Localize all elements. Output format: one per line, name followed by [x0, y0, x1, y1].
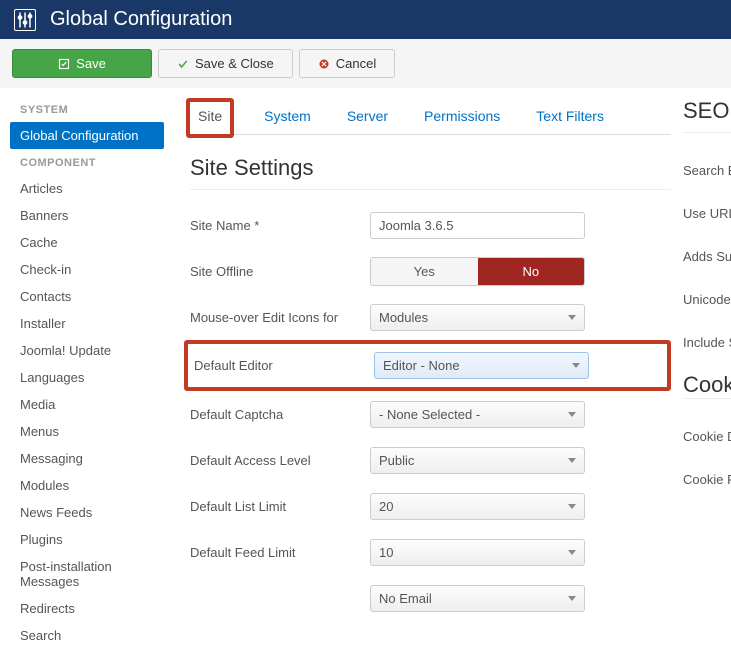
- sidebar-item-joomla-update[interactable]: Joomla! Update: [10, 337, 170, 364]
- sidebar-item-banners[interactable]: Banners: [10, 202, 170, 229]
- sidebar-item-messaging[interactable]: Messaging: [10, 445, 170, 472]
- cookie-item: Cookie Path: [683, 472, 731, 487]
- chevron-down-icon: [568, 596, 576, 601]
- tab-permissions[interactable]: Permissions: [418, 102, 506, 134]
- cookie-title: Cookie Settings: [683, 372, 731, 398]
- tabs: Site System Server Permissions Text Filt…: [190, 88, 671, 135]
- sidebar-item-cache[interactable]: Cache: [10, 229, 170, 256]
- tab-server[interactable]: Server: [341, 102, 394, 134]
- sidebar-heading-component: COMPONENT: [10, 149, 170, 175]
- sidebar-item-menus[interactable]: Menus: [10, 418, 170, 445]
- select-mouse-over[interactable]: Modules: [370, 304, 585, 331]
- row-default-editor-highlight: Default Editor Editor - None: [184, 340, 671, 391]
- cookie-item: Cookie Domain: [683, 429, 731, 444]
- sidebar-item-modules[interactable]: Modules: [10, 472, 170, 499]
- sidebar-heading-system: SYSTEM: [10, 96, 170, 122]
- sidebar-item-contacts[interactable]: Contacts: [10, 283, 170, 310]
- chevron-down-icon: [572, 363, 580, 368]
- sidebar-item-languages[interactable]: Languages: [10, 364, 170, 391]
- save-button[interactable]: Save: [12, 49, 152, 78]
- seo-item: Adds Suffix: [683, 249, 731, 264]
- label-default-captcha: Default Captcha: [190, 407, 370, 422]
- seo-title: SEO Settings: [683, 98, 731, 124]
- sidebar-item-check-in[interactable]: Check-in: [10, 256, 170, 283]
- settings-sliders-icon: [14, 9, 36, 31]
- label-default-list-limit: Default List Limit: [190, 499, 370, 514]
- select-default-captcha[interactable]: - None Selected -: [370, 401, 585, 428]
- sidebar-item-post-installation-messages[interactable]: Post-installation Messages: [10, 553, 170, 595]
- tab-site[interactable]: Site: [192, 102, 228, 134]
- radio-yes[interactable]: Yes: [371, 258, 478, 285]
- seo-item: Unicode Aliases: [683, 292, 731, 307]
- section-title: Site Settings: [190, 155, 671, 181]
- row-site-name: Site Name *: [190, 210, 671, 240]
- chevron-down-icon: [568, 550, 576, 555]
- page-title: Global Configuration: [50, 8, 232, 31]
- divider: [683, 398, 731, 399]
- select-default-list-limit[interactable]: 20: [370, 493, 585, 520]
- sidebar: SYSTEM Global Configuration COMPONENT Ar…: [0, 88, 170, 649]
- sidebar-item-plugins[interactable]: Plugins: [10, 526, 170, 553]
- chevron-down-icon: [568, 504, 576, 509]
- select-default-feed-limit[interactable]: 10: [370, 539, 585, 566]
- divider: [190, 189, 671, 190]
- radio-site-offline: Yes No: [370, 257, 585, 286]
- apply-icon: [58, 58, 70, 70]
- input-site-name[interactable]: [370, 212, 585, 239]
- right-column: SEO Settings Search Engine Use URL Rewri…: [671, 88, 731, 649]
- cancel-icon: [318, 58, 330, 70]
- row-default-list-limit: Default List Limit 20: [190, 491, 671, 521]
- check-icon: [177, 58, 189, 70]
- row-default-access: Default Access Level Public: [190, 445, 671, 475]
- tab-system[interactable]: System: [258, 102, 317, 134]
- select-default-editor[interactable]: Editor - None: [374, 352, 589, 379]
- select-default-access[interactable]: Public: [370, 447, 585, 474]
- seo-item: Use URL Rewriting: [683, 206, 731, 221]
- row-feed-email: No Email: [190, 583, 671, 613]
- chevron-down-icon: [568, 458, 576, 463]
- label-site-name: Site Name *: [190, 218, 370, 233]
- sidebar-item-media[interactable]: Media: [10, 391, 170, 418]
- label-default-editor: Default Editor: [194, 358, 374, 373]
- divider: [683, 132, 731, 133]
- main-content: Site System Server Permissions Text Filt…: [170, 88, 671, 649]
- row-default-feed-limit: Default Feed Limit 10: [190, 537, 671, 567]
- label-default-feed-limit: Default Feed Limit: [190, 545, 370, 560]
- sidebar-item-news-feeds[interactable]: News Feeds: [10, 499, 170, 526]
- row-site-offline: Site Offline Yes No: [190, 256, 671, 286]
- row-default-captcha: Default Captcha - None Selected -: [190, 399, 671, 429]
- sidebar-item-installer[interactable]: Installer: [10, 310, 170, 337]
- sidebar-item-global-configuration[interactable]: Global Configuration: [10, 122, 164, 149]
- page-header: Global Configuration: [0, 0, 731, 39]
- tab-site-highlight: Site: [186, 98, 234, 138]
- sidebar-item-redirects[interactable]: Redirects: [10, 595, 170, 622]
- chevron-down-icon: [568, 412, 576, 417]
- label-default-access: Default Access Level: [190, 453, 370, 468]
- cancel-button[interactable]: Cancel: [299, 49, 395, 78]
- seo-item: Include Site: [683, 335, 731, 350]
- select-feed-email[interactable]: No Email: [370, 585, 585, 612]
- seo-item: Search Engine: [683, 163, 731, 178]
- toolbar: Save Save & Close Cancel: [0, 39, 731, 88]
- radio-no[interactable]: No: [478, 258, 585, 285]
- chevron-down-icon: [568, 315, 576, 320]
- tab-text-filters[interactable]: Text Filters: [530, 102, 610, 134]
- sidebar-item-articles[interactable]: Articles: [10, 175, 170, 202]
- sidebar-item-search[interactable]: Search: [10, 622, 170, 649]
- label-site-offline: Site Offline: [190, 264, 370, 279]
- save-close-button[interactable]: Save & Close: [158, 49, 293, 78]
- row-mouse-over: Mouse-over Edit Icons for Modules: [190, 302, 671, 332]
- label-mouse-over: Mouse-over Edit Icons for: [190, 310, 370, 325]
